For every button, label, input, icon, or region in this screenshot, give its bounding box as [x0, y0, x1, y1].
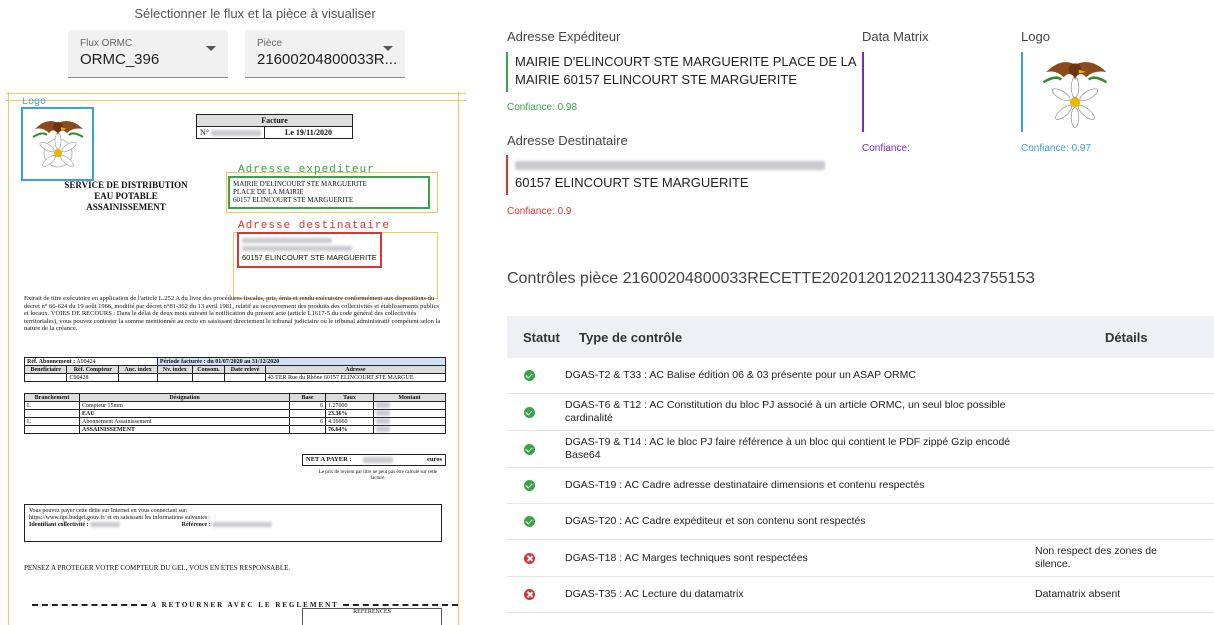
expediteur-zone: MAIRIE D'ELINCOURT STE MARGUERITE PLACE …: [228, 176, 430, 209]
lines-table: Branchement Désignation Base Taux Montan…: [24, 393, 446, 434]
table-row: DGAS-T2 & T33 : AC Balise édition 06 & 0…: [507, 358, 1214, 394]
eagle-logo-icon: [31, 121, 84, 168]
table-row: DGAS-T19 : AC Cadre adresse destinataire…: [507, 468, 1214, 504]
destinataire-zone-label: Adresse destinataire: [238, 220, 391, 232]
expediteur-confidence: Confiance: 0.98: [507, 102, 578, 113]
logo-zone: [21, 107, 94, 181]
table-row: DGAS-T35 : AC Lecture du datamatrix Data…: [507, 577, 1214, 613]
datamatrix-confidence: Confiance:: [862, 143, 910, 154]
logo-title: Logo: [1021, 29, 1050, 44]
table-row: DGAS-T6 & T12 : AC Constitution du bloc …: [507, 394, 1214, 431]
legal-text: Extrait de titre exécutoire en applicati…: [24, 295, 441, 333]
datamatrix-title: Data Matrix: [862, 29, 929, 44]
flux-select-label: Flux ORMC: [80, 38, 133, 49]
header-statut: Statut: [523, 329, 560, 345]
table-row: DGAS-T18 : AC Marges techniques sont res…: [507, 540, 1214, 577]
destinataire-confidence: Confiance: 0.9: [507, 206, 572, 217]
dropdown-arrow-icon: [383, 46, 393, 51]
selection-title: Sélectionner le flux et la pièce à visua…: [134, 6, 376, 21]
table-row: DGAS-T20 : AC Cadre expéditeur et son co…: [507, 504, 1214, 540]
frost-warning: PENSEZ A PROTEGER VOTRE COMPTEUR DU GEL,…: [24, 564, 291, 572]
expediteur-zone-label: Adresse expediteur: [238, 164, 375, 176]
dropdown-arrow-icon: [206, 46, 216, 51]
check-circle-icon: [523, 516, 535, 527]
error-circle-icon: [523, 589, 535, 600]
payment-info: Vous pouvez payer cette dette sur Intern…: [24, 504, 442, 542]
controls-title: Contrôles pièce 21600204800033RECETTE202…: [507, 270, 1036, 287]
references-box: REFERENCES: [302, 608, 442, 625]
table-row: DGAS-T9 & T14 : AC le bloc PJ faire réfé…: [507, 431, 1214, 468]
margin-guide: [6, 93, 466, 94]
piece-select-label: Pièce: [257, 38, 283, 49]
document-preview: Logo SERVICE DE DISTRIBUTION EAU POTABLE…: [6, 92, 466, 625]
check-circle-icon: [523, 406, 535, 418]
check-circle-icon: [523, 443, 535, 455]
destinataire-zone: 60157 ELINCOURT STE MARGUERITE: [237, 232, 382, 268]
margin-guide: [6, 100, 466, 101]
logo-preview-icon: [1042, 62, 1108, 128]
flux-select-value: ORMC_396: [80, 51, 160, 68]
error-circle-icon: [523, 552, 535, 564]
logo-confidence: Confiance: 0.97: [1021, 143, 1092, 154]
check-circle-icon: [523, 480, 535, 491]
price-note: Le prix de revient par litre ne peut pas…: [318, 470, 438, 481]
expediteur-bar: [506, 52, 508, 92]
flux-select[interactable]: Flux ORMC ORMC_396: [68, 30, 228, 78]
abonnement-table: Réf. Abonnement : A00424 Période facturé…: [23, 357, 447, 382]
controls-table-header: Statut Type de contrôle Détails: [507, 316, 1214, 358]
net-a-payer: NET A PAYER : euros: [302, 454, 446, 466]
service-name: SERVICE DE DISTRIBUTION EAU POTABLE ASSA…: [64, 180, 188, 212]
destinataire-value: 60157 ELINCOURT STE MARGUERITE: [515, 156, 825, 192]
header-type: Type de contrôle: [579, 329, 683, 345]
header-details: Détails: [1105, 329, 1148, 345]
logo-bar: [1021, 52, 1023, 132]
destinataire-bar: [506, 155, 508, 195]
controls-table: Statut Type de contrôle Détails DGAS-T2 …: [507, 316, 1214, 613]
facture-header: Facture N° Le 19/11/2020: [196, 114, 353, 139]
expediteur-title: Adresse Expéditeur: [507, 29, 621, 44]
margin-guide: [458, 92, 459, 625]
piece-select[interactable]: Pièce 21600204800033R...: [245, 30, 405, 78]
datamatrix-bar: [862, 52, 864, 132]
margin-guide: [8, 92, 9, 625]
piece-select-value: 21600204800033R...: [257, 51, 398, 68]
destinataire-title: Adresse Destinataire: [507, 133, 628, 148]
check-circle-icon: [523, 370, 535, 381]
expediteur-value: MAIRIE D'ELINCOURT STE MARGUERITE PLACE …: [515, 54, 857, 87]
